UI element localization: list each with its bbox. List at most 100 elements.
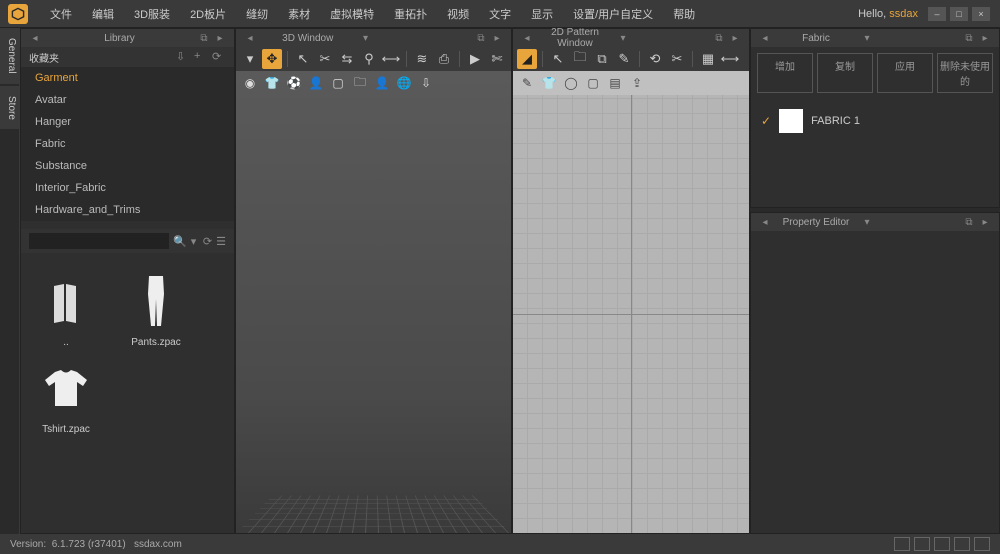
layout2-icon[interactable] (914, 537, 930, 551)
wind-icon[interactable]: ≋ (412, 49, 432, 69)
avatar-icon[interactable]: 👤 (306, 73, 326, 93)
sewing-icon[interactable]: ✄ (487, 49, 507, 69)
chevron-down-icon[interactable]: ▾ (617, 32, 629, 44)
layout1-icon[interactable] (894, 537, 910, 551)
list-view-icon[interactable]: ☰ (216, 235, 226, 248)
fabric-btn-0[interactable]: 增加 (757, 53, 813, 93)
download-icon[interactable]: ⇩ (416, 73, 436, 93)
fabric-item[interactable]: ✓ FABRIC 1 (761, 109, 989, 133)
circle-icon[interactable]: ◯ (561, 73, 581, 93)
2d-viewport[interactable] (513, 95, 749, 533)
lib-item-garment[interactable]: Garment (21, 67, 234, 89)
caret-down-icon[interactable]: ▾ (240, 49, 260, 69)
soccer-icon[interactable]: ⚽ (284, 73, 304, 93)
menu-5[interactable]: 素材 (278, 5, 320, 25)
scissors-icon[interactable]: ✂ (315, 49, 335, 69)
chevron-left-icon[interactable]: ◂ (244, 32, 256, 44)
refresh-icon[interactable]: ⟳ (203, 235, 212, 248)
fabric-btn-2[interactable]: 应用 (877, 53, 933, 93)
avatar2-icon[interactable]: 👤 (372, 73, 392, 93)
popout-icon[interactable]: ⧉ (475, 32, 487, 44)
menu-6[interactable]: 虚拟模特 (320, 5, 384, 25)
popout-icon[interactable]: ⧉ (963, 216, 975, 228)
arrange-icon[interactable]: ⇆ (337, 49, 357, 69)
select-tool-icon[interactable]: ↖ (548, 49, 568, 69)
text-icon[interactable]: ⟷ (720, 49, 740, 69)
menu-11[interactable]: 设置/用户自定义 (563, 5, 663, 25)
stamp-icon[interactable]: ▢ (583, 73, 603, 93)
chevron-right-icon[interactable]: ▸ (979, 32, 991, 44)
thumb-tshirt[interactable]: Tshirt.zpac (31, 358, 101, 435)
refresh-icon[interactable]: ⟳ (212, 50, 226, 64)
lib-item-fabric[interactable]: Fabric (21, 133, 234, 155)
search-input[interactable] (29, 233, 169, 249)
thumb-folder[interactable]: .. (31, 271, 101, 348)
chevron-down-icon[interactable]: ▾ (861, 216, 873, 228)
chevron-left-icon[interactable]: ◂ (759, 216, 771, 228)
menu-4[interactable]: 缝纫 (236, 5, 278, 25)
edit-icon[interactable]: ✎ (614, 49, 634, 69)
chevron-down-icon[interactable]: ▾ (861, 32, 873, 44)
triangle-tool-icon[interactable]: ◢ (517, 49, 537, 69)
lib-item-hanger[interactable]: Hanger (21, 111, 234, 133)
chevron-left-icon[interactable]: ◂ (521, 32, 533, 44)
animation-icon[interactable]: ▶ (465, 49, 485, 69)
garment-icon[interactable]: 👕 (262, 73, 282, 93)
chevron-right-icon[interactable]: ▸ (491, 32, 503, 44)
grid-icon[interactable]: ▦ (698, 49, 718, 69)
popout-icon[interactable]: ⧉ (198, 32, 210, 44)
add-icon[interactable]: + (194, 50, 208, 64)
side-tab-general[interactable]: General (0, 28, 19, 84)
search-icon[interactable]: 🔍 (173, 235, 187, 248)
thumb-pants[interactable]: Pants.zpac (121, 271, 191, 348)
close-button[interactable]: × (972, 7, 990, 21)
camera-icon[interactable]: ⎙ (434, 49, 454, 69)
fabric-btn-3[interactable]: 删除未使用的 (937, 53, 993, 93)
lib-item-substance[interactable]: Substance (21, 155, 234, 177)
menu-3[interactable]: 2D板片 (180, 5, 236, 25)
chevron-left-icon[interactable]: ◂ (759, 32, 771, 44)
chevron-left-icon[interactable]: ◂ (29, 32, 41, 44)
popout-icon[interactable]: ⧉ (713, 32, 725, 44)
measure-icon[interactable]: ⟷ (381, 49, 401, 69)
web-icon[interactable]: 🌐 (394, 73, 414, 93)
chevron-right-icon[interactable]: ▸ (214, 32, 226, 44)
menu-9[interactable]: 文字 (479, 5, 521, 25)
chevron-right-icon[interactable]: ▸ (979, 216, 991, 228)
garment-icon[interactable]: 👕 (539, 73, 559, 93)
menu-8[interactable]: 视频 (437, 5, 479, 25)
menu-10[interactable]: 显示 (521, 5, 563, 25)
fabric-btn-1[interactable]: 复制 (817, 53, 873, 93)
maximize-button[interactable]: □ (950, 7, 968, 21)
chevron-right-icon[interactable]: ▸ (729, 32, 741, 44)
select-tool-icon[interactable]: ↖ (293, 49, 313, 69)
move-tool-icon[interactable]: ✥ (262, 49, 282, 69)
folder-icon[interactable]: 🗀 (570, 49, 590, 69)
lib-item-avatar[interactable]: Avatar (21, 89, 234, 111)
folder-icon[interactable]: 🗀 (350, 73, 370, 93)
dropdown-icon[interactable]: ▾ (191, 235, 199, 248)
menu-7[interactable]: 重拓扑 (384, 5, 437, 25)
menu-1[interactable]: 编辑 (82, 5, 124, 25)
minimize-button[interactable]: ‒ (928, 7, 946, 21)
side-tab-store[interactable]: Store (0, 86, 19, 130)
pin-icon[interactable]: ⚲ (359, 49, 379, 69)
lib-item-hardware_and_trims[interactable]: Hardware_and_Trims (21, 199, 234, 221)
copy-icon[interactable]: ⧉ (592, 49, 612, 69)
chevron-down-icon[interactable]: ▾ (360, 32, 372, 44)
sew-icon[interactable]: ✂ (667, 49, 687, 69)
brush-icon[interactable]: ✎ (517, 73, 537, 93)
menu-0[interactable]: 文件 (40, 5, 82, 25)
layer-icon[interactable]: ▤ (605, 73, 625, 93)
3d-viewport[interactable]: ◉ 👕 ⚽ 👤 ▢ 🗀 👤 🌐 ⇩ (236, 71, 511, 533)
menu-12[interactable]: 帮助 (663, 5, 705, 25)
export-icon[interactable]: ⇪ (627, 73, 647, 93)
layout3-icon[interactable] (934, 537, 950, 551)
popout-icon[interactable]: ⧉ (963, 32, 975, 44)
lib-item-interior_fabric[interactable]: Interior_Fabric (21, 177, 234, 199)
menu-2[interactable]: 3D服装 (124, 5, 180, 25)
layout5-icon[interactable] (974, 537, 990, 551)
layout4-icon[interactable] (954, 537, 970, 551)
import-icon[interactable]: ⇩ (176, 50, 190, 64)
simulate-icon[interactable]: ◉ (240, 73, 260, 93)
